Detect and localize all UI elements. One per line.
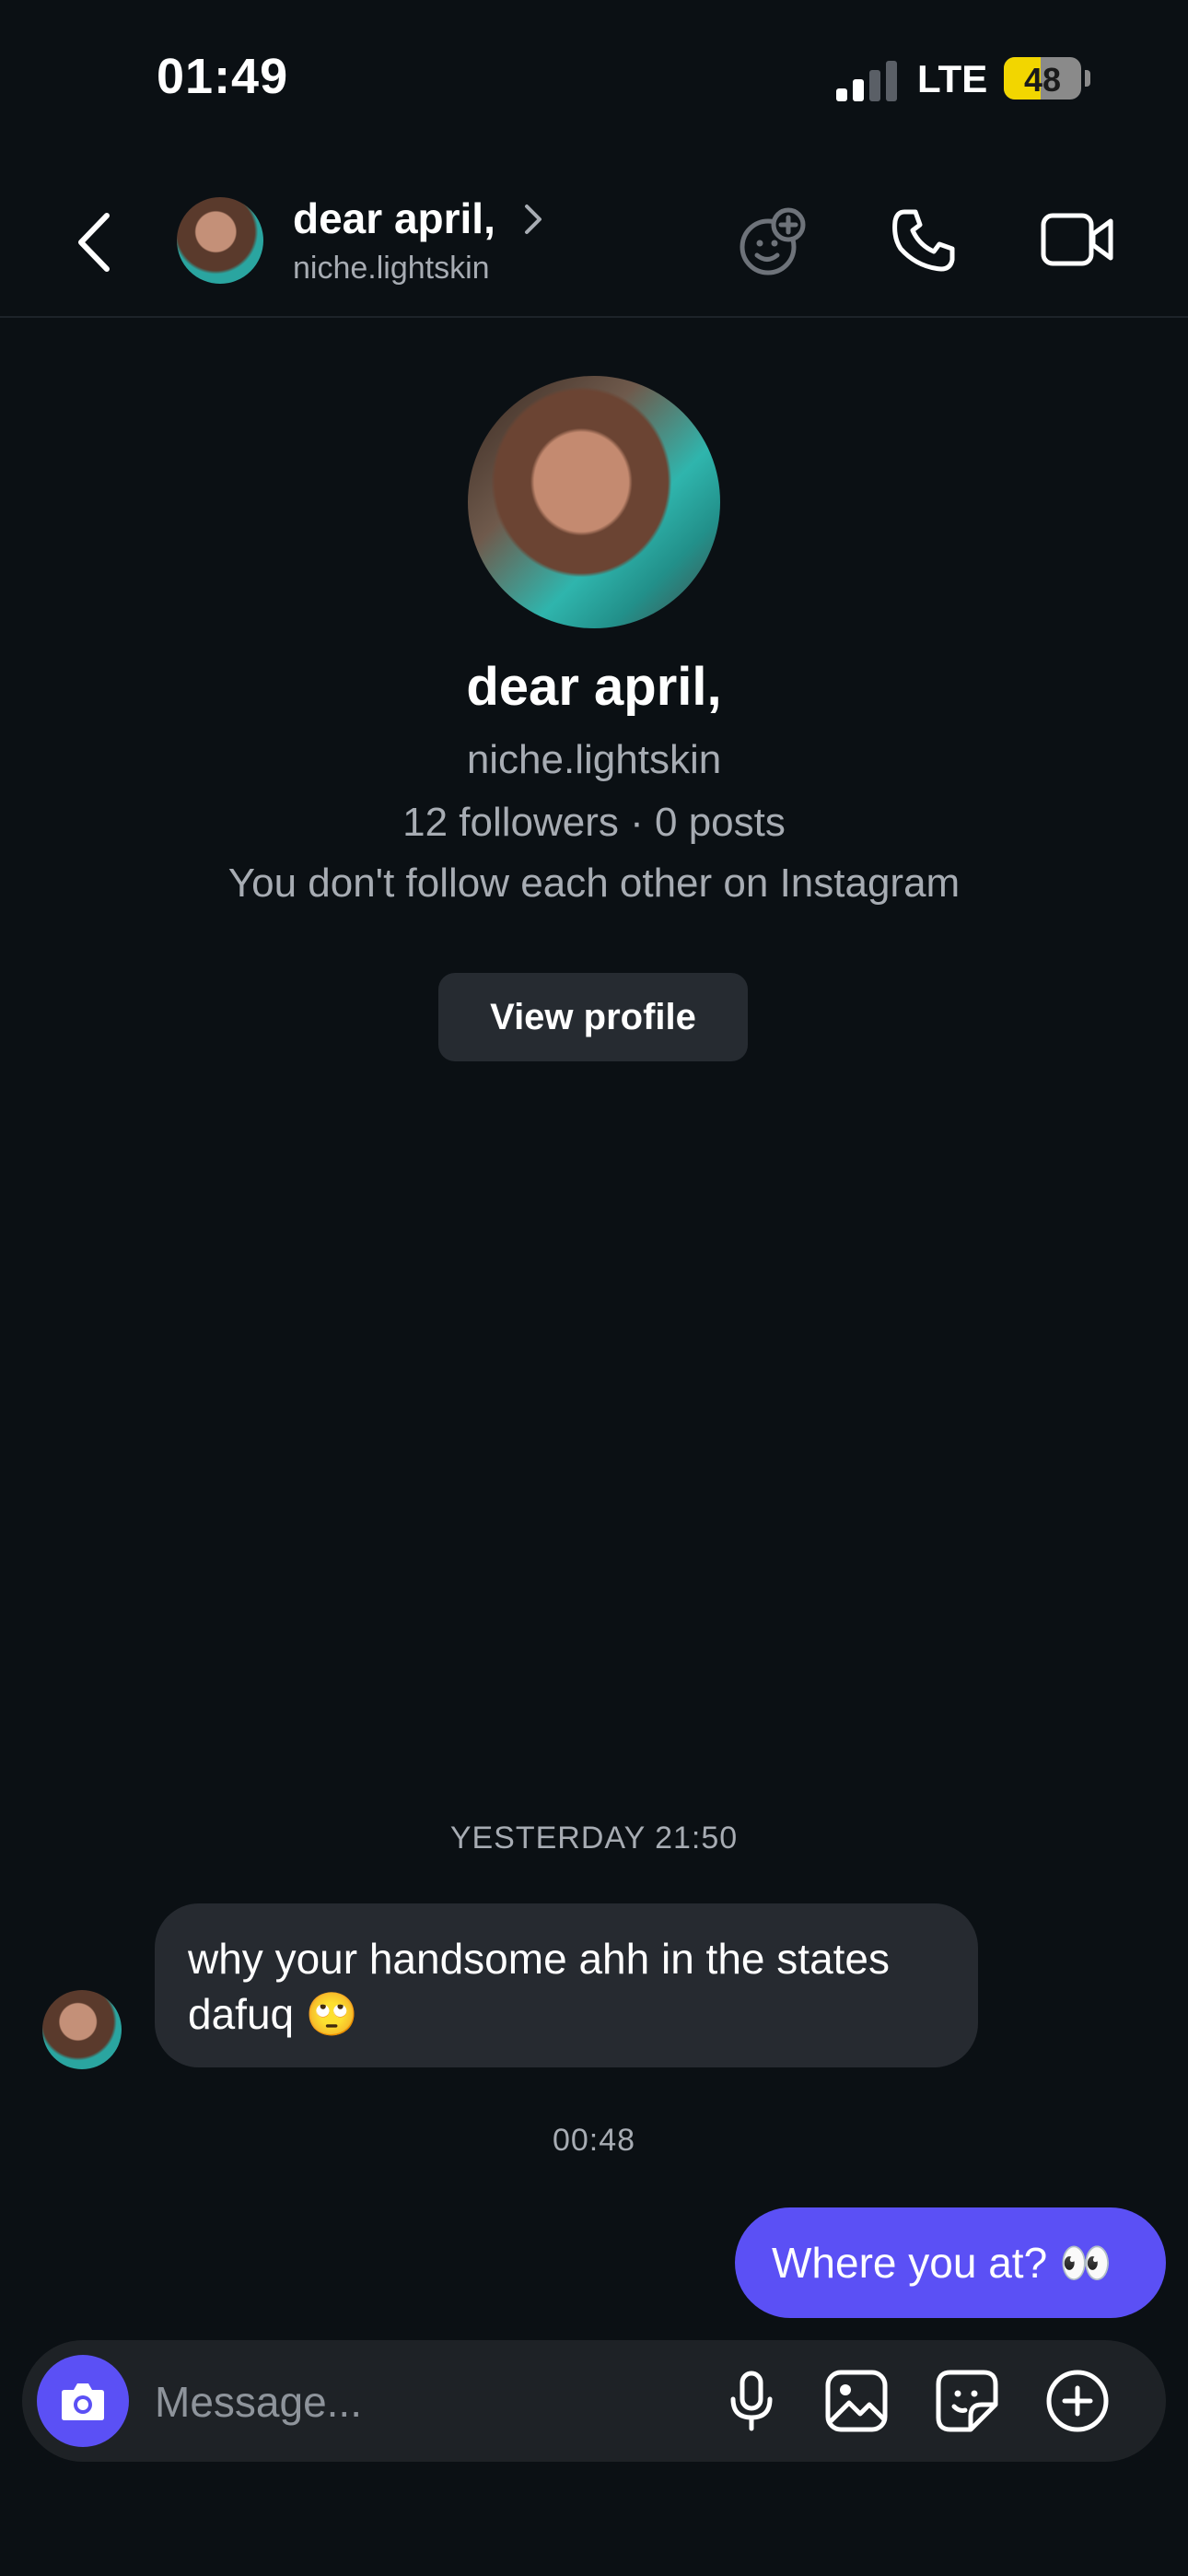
back-icon[interactable] (76, 210, 112, 275)
status-time: 01:49 (157, 49, 289, 104)
effects-icon[interactable] (737, 205, 810, 278)
video-icon[interactable] (1041, 210, 1114, 269)
profile-avatar[interactable] (468, 376, 720, 628)
follow-status: You don't follow each other on Instagram (227, 861, 961, 906)
battery-icon: 48 (1004, 57, 1081, 100)
phone-icon[interactable] (890, 206, 958, 275)
header-avatar[interactable] (177, 197, 263, 284)
header-username[interactable]: niche.lightskin (293, 251, 490, 287)
message-timestamp: 00:48 (552, 2123, 636, 2158)
signal-icon (836, 61, 901, 101)
gallery-icon[interactable] (823, 2368, 890, 2434)
battery-cap (1085, 70, 1090, 87)
sticker-icon[interactable] (934, 2368, 1000, 2434)
message-input[interactable] (153, 2364, 672, 2440)
chevron-right-icon[interactable] (523, 201, 545, 238)
header-name[interactable]: dear april, (293, 193, 495, 243)
incoming-message[interactable]: why your handsome ahh in the states dafu… (155, 1903, 978, 2067)
camera-button[interactable] (37, 2355, 129, 2447)
profile-username: niche.lightskin (466, 737, 722, 782)
message-timestamp: YESTERDAY 21:50 (449, 1821, 739, 1856)
header-divider (0, 316, 1188, 318)
outgoing-message[interactable]: Where you at? 👀 (735, 2207, 1166, 2318)
camera-icon (62, 2383, 104, 2420)
microphone-icon[interactable] (718, 2368, 785, 2434)
battery-level: 48 (1023, 61, 1062, 99)
plus-icon[interactable] (1044, 2368, 1111, 2434)
network-label: LTE (917, 57, 988, 100)
sender-avatar[interactable] (42, 1990, 122, 2069)
profile-name: dear april, (466, 657, 722, 717)
view-profile-button[interactable]: View profile (438, 973, 748, 1061)
profile-stats: 12 followers · 0 posts (402, 800, 786, 845)
